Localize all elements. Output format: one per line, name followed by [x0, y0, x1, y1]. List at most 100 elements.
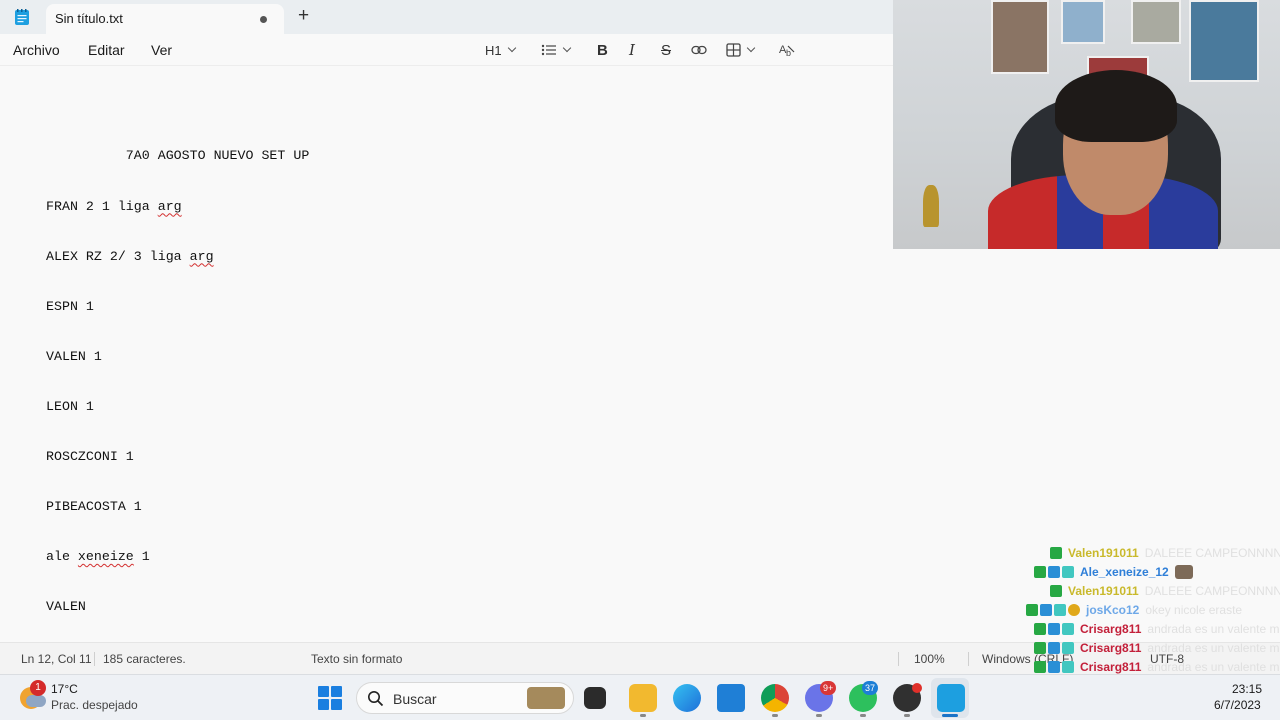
clock-date[interactable]: 6/7/2023	[1214, 698, 1261, 712]
weather-description: Prac. despejado	[51, 698, 138, 712]
menu-ver[interactable]: Ver	[151, 42, 172, 58]
notepad-app-icon	[15, 9, 29, 25]
title-bar: Sin título.txt +	[0, 0, 893, 34]
bold-icon[interactable]: B	[597, 41, 608, 59]
chat-badge-icon	[1034, 566, 1046, 578]
heading-label: H1	[485, 42, 502, 58]
running-indicator	[640, 714, 646, 717]
weather-temperature: 17°C	[51, 682, 78, 696]
menu-editar[interactable]: Editar	[88, 42, 125, 58]
list-icon	[541, 44, 556, 56]
file-explorer-icon[interactable]	[629, 684, 657, 712]
text-line-spelling: FRAN 2 1 liga arg	[46, 198, 182, 214]
chat-username: Valen191011	[1068, 546, 1139, 560]
chat-username: Crisarg811	[1080, 660, 1142, 674]
character-count: 185 caracteres.	[103, 652, 186, 666]
chat-badge-icon	[1048, 623, 1060, 635]
tab-untitled[interactable]: Sin título.txt	[46, 4, 284, 34]
chat-message: Ale_xeneize_12	[1034, 563, 1193, 581]
misspelled-word[interactable]: arg	[158, 199, 182, 214]
chat-text: andrada es un valente mi	[1147, 660, 1280, 674]
text-line-spelling: ALEX RZ 2/ 3 liga arg	[46, 248, 214, 264]
document-text: 7A0 AGOSTO NUEVO SET UP FRAN 2 1 liga ar…	[46, 115, 309, 649]
discord-badge: 9+	[820, 681, 837, 695]
person-hair	[1055, 70, 1177, 142]
clock-time[interactable]: 23:15	[1232, 682, 1262, 696]
chat-badge-icon	[1062, 623, 1074, 635]
italic-icon[interactable]: I	[629, 41, 635, 59]
chat-badge-icon	[1054, 604, 1066, 616]
notification-badge: 1	[30, 680, 46, 696]
text-editor[interactable]: 7A0 AGOSTO NUEVO SET UP FRAN 2 1 liga ar…	[0, 66, 893, 642]
chat-text: okey nicole eraste	[1145, 603, 1243, 617]
edge-icon[interactable]	[673, 684, 701, 712]
chat-username: Valen191011	[1068, 584, 1139, 598]
running-indicator	[816, 714, 822, 717]
clear-formatting-icon[interactable]: A b	[779, 41, 795, 59]
chat-username: Crisarg811	[1080, 641, 1142, 655]
strikethrough-icon[interactable]: S	[661, 41, 671, 59]
store-icon[interactable]	[717, 684, 745, 712]
chat-text: DALEEE CAMPEONNNN	[1144, 584, 1280, 598]
menu-bar: Archivo Editar Ver H1 B I S A b	[0, 34, 893, 66]
misspelled-word[interactable]: arg	[190, 249, 214, 264]
running-indicator	[904, 714, 910, 717]
table-dropdown[interactable]	[726, 41, 756, 59]
chrome-icon[interactable]	[761, 684, 789, 712]
svg-text:b: b	[786, 48, 791, 58]
misspelled-word[interactable]: xeneize	[78, 549, 134, 564]
list-dropdown[interactable]	[541, 41, 572, 59]
chat-message: Valen191011 DALEEE CAMPEONNNN	[1050, 544, 1280, 562]
text-line: ROSCZCONI 1	[46, 448, 134, 464]
chat-message: Valen191011 DALEEE CAMPEONNNN	[1050, 582, 1280, 600]
text-line: VALEN 1	[46, 348, 102, 364]
chat-text: andrada es un valente mi	[1147, 622, 1280, 636]
trophy	[923, 185, 939, 227]
chat-badge-icon	[1034, 661, 1046, 673]
chat-emote-icon	[1174, 565, 1193, 579]
chat-badge-icon	[1048, 642, 1060, 654]
chat-text: andrada es un valente mi	[1147, 641, 1280, 655]
divider	[968, 652, 969, 666]
chat-badge-icon	[1050, 547, 1062, 559]
text-line: VALEN	[46, 599, 86, 615]
wall-poster	[1189, 0, 1259, 82]
chat-username: Crisarg811	[1080, 622, 1142, 636]
table-icon	[726, 43, 741, 57]
task-view-icon[interactable]	[584, 687, 606, 709]
text-line: ESPN 1	[46, 298, 94, 314]
format-label: Texto sin formato	[311, 652, 403, 666]
taskbar: 1 17°C Prac. despejado Buscar 9+ 37 23:1…	[0, 674, 1280, 720]
text-line: LEON 1	[46, 398, 94, 414]
chat-badge-icon	[1068, 604, 1080, 616]
windows-start-icon[interactable]	[318, 686, 342, 710]
chat-badge-icon	[1048, 566, 1060, 578]
cursor-position: Ln 12, Col 11	[21, 652, 92, 666]
new-tab-plus-icon[interactable]: +	[298, 6, 309, 26]
wall-poster	[1061, 0, 1105, 44]
search-highlight-image	[527, 687, 565, 709]
text-line: 7A0 AGOSTO NUEVO SET UP	[46, 148, 310, 164]
chat-message: josKco12 okey nicole eraste	[1026, 601, 1242, 619]
notepad-taskbar-icon[interactable]	[937, 684, 965, 712]
menu-archivo[interactable]: Archivo	[13, 42, 60, 58]
chat-username: josKco12	[1086, 603, 1140, 617]
search-icon	[368, 691, 384, 707]
cloud-icon	[26, 695, 46, 707]
text-line: PIBEACOSTA 1	[46, 499, 142, 515]
link-icon[interactable]	[691, 41, 707, 59]
heading-dropdown[interactable]: H1	[485, 41, 516, 59]
active-indicator	[942, 714, 958, 717]
chat-badge-icon	[1062, 642, 1074, 654]
taskbar-search[interactable]: Buscar	[356, 682, 574, 714]
recording-dot-icon	[912, 683, 922, 693]
wall-poster	[1131, 0, 1181, 44]
unsaved-dot-icon[interactable]	[260, 16, 267, 23]
chat-badge-icon	[1034, 642, 1046, 654]
chevron-down-icon	[507, 43, 516, 53]
chevron-down-icon	[746, 43, 756, 53]
zoom-level[interactable]: 100%	[914, 652, 945, 666]
chat-badge-icon	[1062, 566, 1074, 578]
chat-badge-icon	[1040, 604, 1052, 616]
search-placeholder: Buscar	[393, 691, 437, 707]
